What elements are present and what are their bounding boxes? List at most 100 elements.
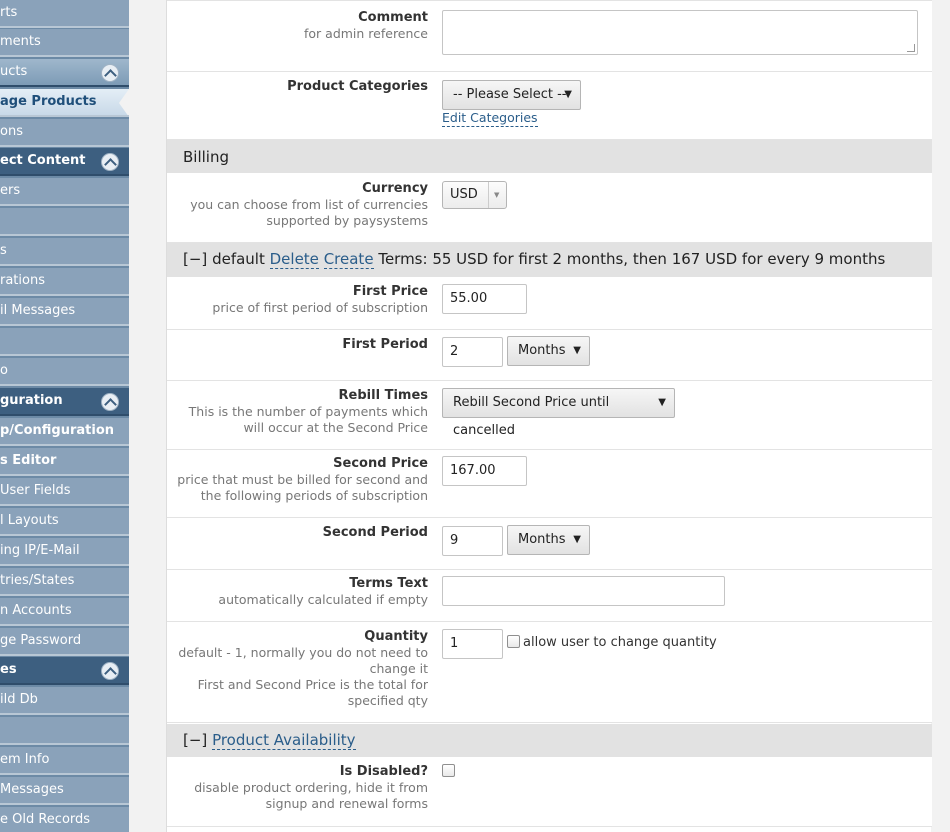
comment-textarea[interactable] (442, 10, 918, 55)
sidebar-item-rebuild-db[interactable]: ild Db (0, 687, 129, 715)
first-period-input[interactable]: 2 (442, 337, 503, 367)
page-gutter (129, 0, 166, 832)
rebill-times-desc-line2: will occur at the Second Price (243, 420, 428, 435)
sidebar-item-blank-1[interactable] (0, 208, 129, 236)
is-disabled-title: Is Disabled? (339, 764, 428, 779)
sidebar-item-messages[interactable]: Messages (0, 777, 129, 805)
sidebar-item-label: es (0, 662, 17, 677)
second-price-desc-line2: the following periods of subscription (200, 488, 428, 503)
page-gutter-right (931, 0, 950, 832)
sidebar-item-label: User Fields (0, 483, 71, 498)
sidebar-item-email-messages[interactable]: il Messages (0, 298, 129, 326)
sidebar-item-payments[interactable]: ments (0, 29, 129, 57)
billing-section-header: Billing (167, 140, 932, 173)
quantity-row: Quantity default - 1, normally you do no… (167, 622, 932, 723)
rebill-times-select[interactable]: Rebill Second Price until cancelled ▼ (442, 388, 675, 438)
rebill-times-value: Rebill Second Price until cancelled (453, 395, 610, 438)
sidebar-item-manage-products[interactable]: age Products (0, 89, 129, 117)
second-price-label: Second Price price that must be billed f… (168, 456, 428, 504)
sidebar-item-countries-states[interactable]: tries/States (0, 568, 129, 596)
is-disabled-label: Is Disabled? disable product ordering, h… (168, 764, 428, 812)
terms-text-input[interactable] (442, 576, 725, 606)
availability-section-link[interactable]: Product Availability (212, 731, 356, 750)
allow-change-quantity-checkbox[interactable] (507, 635, 520, 648)
categories-label: Product Categories (168, 79, 428, 95)
sidebar-item-delete-old-records[interactable]: e Old Records (0, 807, 129, 832)
rebill-times-desc-line1: This is the number of payments which (188, 404, 428, 419)
sidebar-item-label: ments (0, 34, 41, 49)
sidebar-group-protect-content[interactable]: ect Content (0, 148, 129, 176)
second-period-unit-select[interactable]: Months ▼ (507, 525, 590, 555)
quantity-title: Quantity (364, 629, 428, 644)
second-price-input[interactable]: 167.00 (442, 456, 527, 486)
plan-collapse-toggle[interactable]: [−] (183, 250, 207, 268)
dropdown-arrow-icon: ▼ (573, 534, 581, 545)
sidebar-item-blocking-ip-email[interactable]: ing IP/E-Mail (0, 538, 129, 566)
sidebar-group-utilities[interactable]: es (0, 657, 129, 685)
sidebar-item-coupons[interactable]: ons (0, 119, 129, 147)
sidebar-group-products[interactable]: ucts (0, 59, 129, 87)
is-disabled-desc-line2: signup and renewal forms (265, 796, 428, 811)
comment-desc: for admin reference (304, 26, 428, 41)
comment-title: Comment (358, 10, 428, 25)
sidebar-item-system-info[interactable]: em Info (0, 747, 129, 775)
first-period-unit-select[interactable]: Months ▼ (507, 336, 590, 366)
sidebar-group-configuration[interactable]: guration (0, 388, 129, 416)
rebill-times-label: Rebill Times This is the number of payme… (168, 388, 428, 436)
second-period-unit-value: Months (518, 532, 566, 547)
quantity-input[interactable]: 1 (442, 629, 503, 659)
sidebar-item-label: Messages (0, 782, 64, 797)
sidebar-item-change-password[interactable]: ge Password (0, 628, 129, 656)
sidebar-item-folders[interactable]: ers (0, 178, 129, 206)
terms-text-row: Terms Text automatically calculated if e… (167, 570, 932, 622)
edit-categories-link[interactable]: Edit Categories (442, 110, 538, 127)
sidebar-item-setup-configuration[interactable]: p/Configuration (0, 418, 129, 446)
sidebar-item-reports[interactable]: rts (0, 0, 129, 28)
collapse-up-icon[interactable] (101, 64, 119, 82)
sidebar-item-s[interactable]: s (0, 238, 129, 266)
sidebar-item-blank-2[interactable] (0, 328, 129, 356)
sidebar-item-user-fields[interactable]: User Fields (0, 478, 129, 506)
first-price-input[interactable]: 55.00 (442, 284, 527, 314)
billing-section-title: Billing (183, 148, 229, 166)
second-period-input[interactable]: 9 (442, 526, 503, 556)
plan-terms-summary: Terms: 55 USD for first 2 months, then 1… (378, 250, 886, 268)
collapse-up-icon[interactable] (101, 393, 119, 411)
currency-select[interactable]: USD (442, 181, 507, 209)
availability-collapse-toggle[interactable]: [−] (183, 731, 207, 749)
first-price-label: First Price price of first period of sub… (168, 284, 428, 316)
quantity-desc-line1: default - 1, normally you do not need to (178, 645, 428, 660)
dropdown-arrow-icon: ▼ (658, 397, 666, 408)
sidebar-item-label: ect Content (0, 153, 86, 168)
sidebar-item-o[interactable]: o (0, 358, 129, 386)
categories-select-value: -- Please Select -- (453, 87, 567, 102)
quantity-desc-line3: First and Second Price is the total for (197, 677, 428, 692)
categories-select[interactable]: -- Please Select -- ▼ (442, 80, 581, 110)
plan-section-header: [−] default Delete Create Terms: 55 USD … (167, 243, 932, 277)
collapse-up-icon[interactable] (101, 153, 119, 171)
sidebar: rts ments ucts age Products ons ect Cont… (0, 0, 129, 832)
plan-name: default (212, 250, 265, 268)
currency-desc-line2: supported by paysystems (266, 213, 428, 228)
first-period-title: First Period (342, 337, 428, 352)
sidebar-item-integrations[interactable]: rations (0, 268, 129, 296)
second-period-label: Second Period (168, 525, 428, 541)
sidebar-item-label: ild Db (0, 692, 38, 707)
sidebar-item-label: age Products (0, 94, 97, 109)
categories-row: Product Categories -- Please Select -- ▼… (167, 72, 932, 140)
sidebar-item-blank-3[interactable] (0, 717, 129, 745)
first-price-title: First Price (352, 284, 428, 299)
first-period-label: First Period (168, 337, 428, 353)
plan-create-link[interactable]: Create (323, 250, 374, 269)
categories-title: Product Categories (287, 79, 428, 94)
plan-delete-link[interactable]: Delete (269, 250, 319, 269)
is-disabled-checkbox[interactable] (442, 764, 455, 777)
sidebar-item-label: guration (0, 393, 63, 408)
sidebar-item-forms-editor[interactable]: s Editor (0, 448, 129, 476)
sidebar-item-label: l Layouts (0, 513, 59, 528)
collapse-up-icon[interactable] (101, 662, 119, 680)
sidebar-item-layouts[interactable]: l Layouts (0, 508, 129, 536)
sidebar-item-label: rts (0, 5, 18, 20)
second-price-title: Second Price (333, 456, 428, 471)
sidebar-item-admin-accounts[interactable]: n Accounts (0, 598, 129, 626)
